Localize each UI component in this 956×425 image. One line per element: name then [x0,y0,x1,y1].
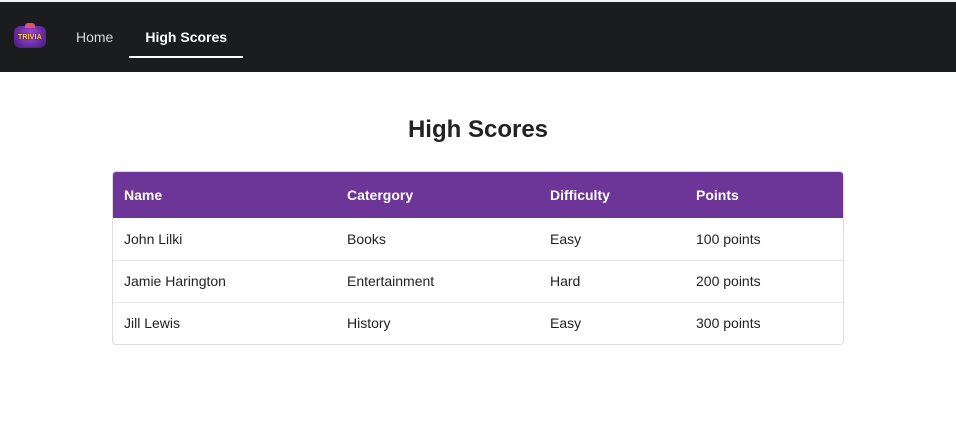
cell-difficulty: Hard [550,273,581,289]
logo-text: TRIVIA [17,33,43,41]
table-row: Jamie Harington Entertainment Hard 200 p… [113,260,843,302]
cell-difficulty: Easy [550,230,582,247]
cell-name: Jill Lewis [124,315,181,332]
cell-points: 300 points [696,315,761,332]
cell-category: Entertainment [347,273,435,289]
cell-name: Jamie Harington [124,273,226,289]
header-category: Catergory [347,187,414,203]
cell-category: Books [347,230,386,247]
high-scores-table: Name Catergory Difficulty Points John Li… [112,171,844,345]
cell-points: 100 points [696,230,761,247]
nav-item-home[interactable]: Home [60,2,129,72]
table-row: John Lilki Books Easy 100 points [113,218,843,260]
page-title: High Scores [407,116,549,143]
header-name: Name [124,187,163,203]
table-row: Jill Lewis History Easy 300 points [113,302,843,344]
cell-points: 200 points [696,273,761,289]
navbar: TRIVIA Home High Scores [0,2,956,72]
nav-item-high-scores[interactable]: High Scores [129,2,243,72]
table-header-row: Name Catergory Difficulty Points [113,172,843,218]
cell-name: John Lilki [124,230,183,247]
header-points: Points [696,187,739,203]
cell-category: History [347,315,391,332]
trivia-logo[interactable]: TRIVIA [14,23,46,48]
cell-difficulty: Easy [550,315,582,332]
header-difficulty: Difficulty [550,187,610,203]
